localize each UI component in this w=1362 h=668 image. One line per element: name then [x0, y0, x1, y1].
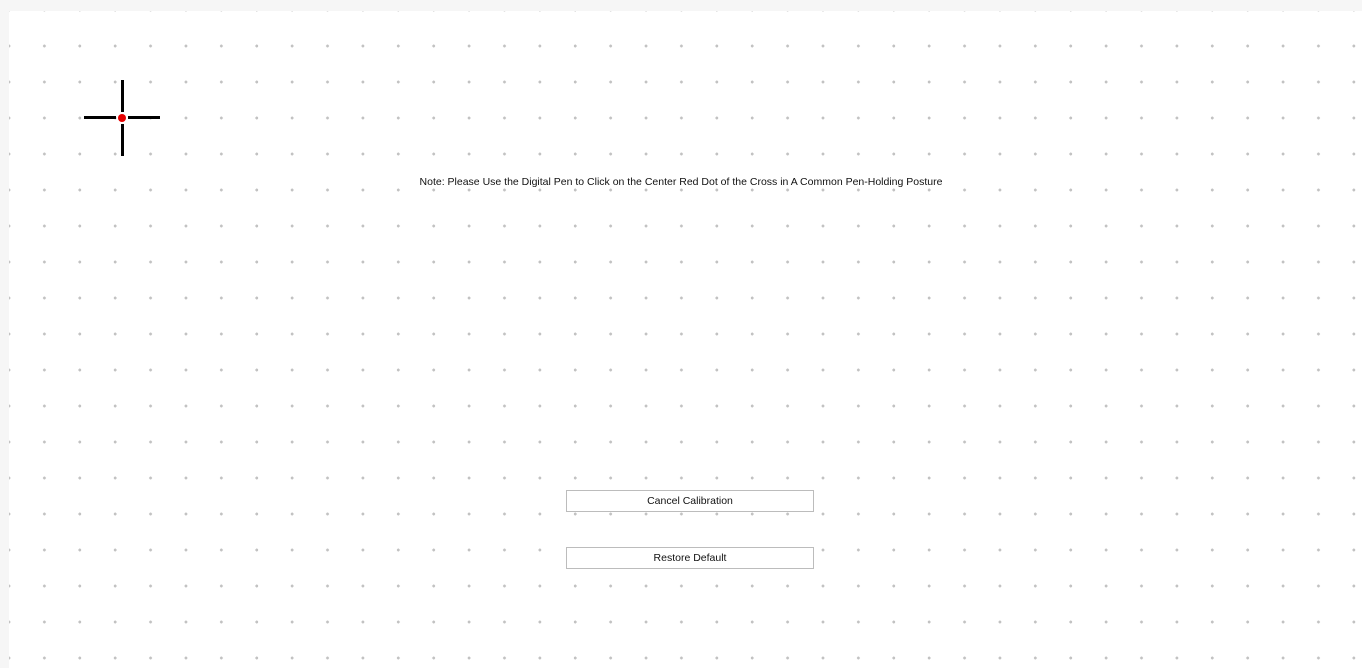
crosshair-bottom-arm — [121, 124, 124, 156]
restore-default-button[interactable]: Restore Default — [566, 547, 814, 569]
calibration-crosshair-target[interactable] — [84, 80, 160, 156]
crosshair-left-arm — [84, 116, 116, 119]
crosshair-right-arm — [128, 116, 160, 119]
calibration-canvas[interactable] — [9, 11, 1362, 668]
cancel-calibration-button[interactable]: Cancel Calibration — [566, 490, 814, 512]
crosshair-top-arm — [121, 80, 124, 112]
crosshair-center-red-dot[interactable] — [118, 114, 126, 122]
calibration-instruction-note: Note: Please Use the Digital Pen to Clic… — [419, 176, 943, 188]
